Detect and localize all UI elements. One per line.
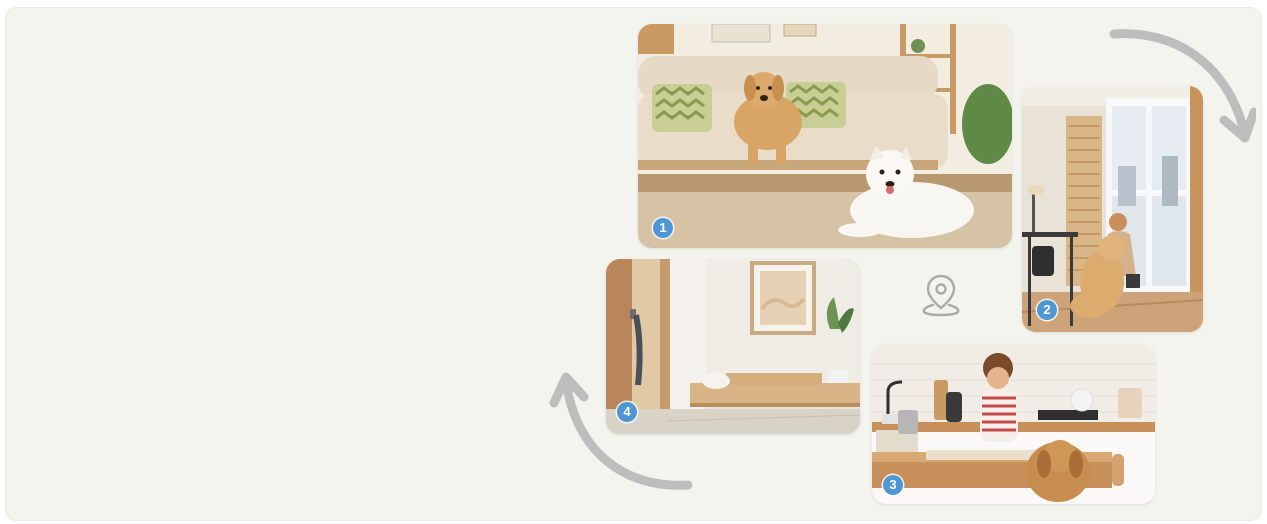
step-badge-3: 3 bbox=[883, 475, 903, 495]
dogs-on-sofa-photo bbox=[638, 24, 1012, 248]
location-pin-icon bbox=[922, 274, 960, 317]
child-and-dog-kitchen-photo bbox=[872, 344, 1155, 504]
curved-arrow-icon-bottom bbox=[549, 372, 693, 490]
curved-arrow-icon-top bbox=[1109, 29, 1256, 143]
illustration-panel: 1 2 3 4 bbox=[6, 8, 1261, 520]
step-badge-2: 2 bbox=[1037, 300, 1057, 320]
scene-photo-living-room: 1 bbox=[638, 24, 1012, 248]
scene-photo-kitchen: 3 bbox=[872, 344, 1155, 504]
step-badge-1: 1 bbox=[653, 218, 673, 238]
